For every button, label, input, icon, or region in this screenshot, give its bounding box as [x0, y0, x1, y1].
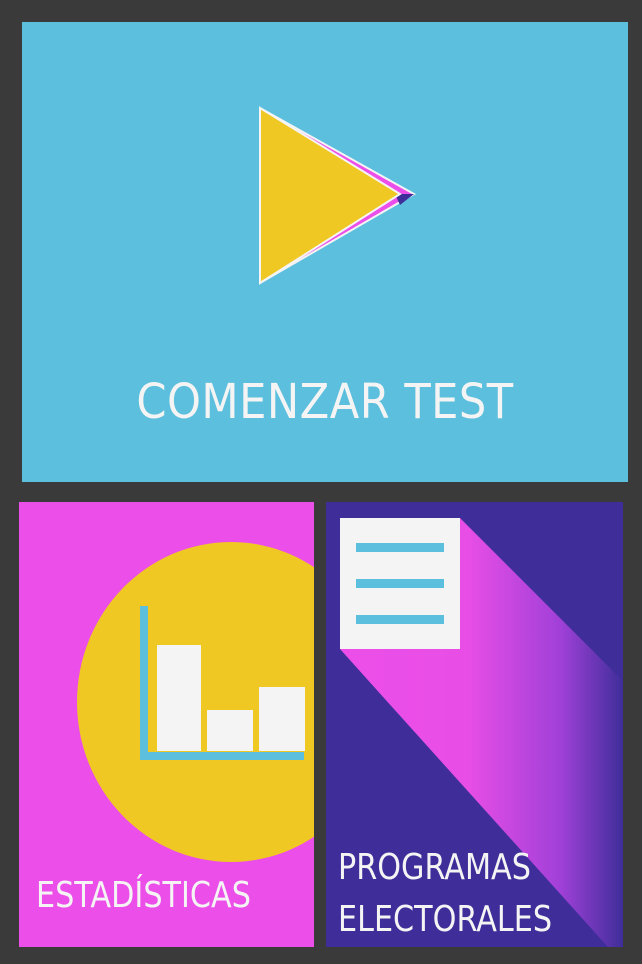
electoral-programs-label-line1: PROGRAMAS — [338, 847, 531, 888]
statistics-label: ESTADÍSTICAS — [36, 875, 251, 916]
electoral-programs-label-line2: ELECTORALES — [338, 899, 553, 940]
start-test-tile[interactable]: COMENZAR TEST — [22, 22, 628, 482]
start-test-label: COMENZAR TEST — [136, 374, 514, 430]
electoral-programs-label: PROGRAMAS ELECTORALES — [338, 842, 552, 946]
statistics-tile[interactable]: ESTADÍSTICAS — [19, 502, 314, 947]
electoral-programs-tile[interactable]: PROGRAMAS ELECTORALES — [326, 502, 623, 947]
